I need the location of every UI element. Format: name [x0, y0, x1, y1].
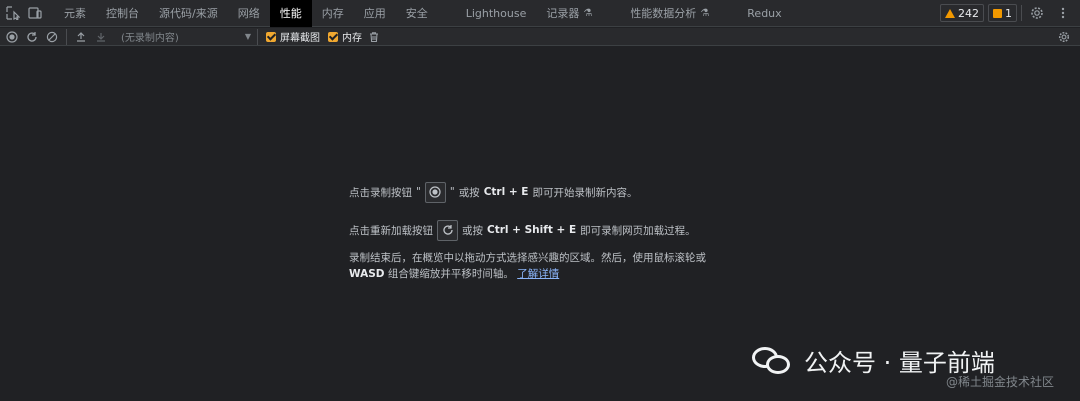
- tab-performance-insights[interactable]: 性能数据分析 ⚗: [620, 0, 719, 27]
- learn-more-link[interactable]: 了解详情: [517, 268, 559, 280]
- recording-select-value: (无录制内容): [121, 33, 179, 44]
- reload-record-button[interactable]: [22, 28, 42, 46]
- flask-icon: ⚗: [700, 7, 710, 19]
- recording-select[interactable]: (无录制内容) ▼: [121, 29, 251, 44]
- tab-recorder[interactable]: 记录器 ⚗: [536, 0, 602, 27]
- watermark-subtitle: @稀土掘金技术社区: [946, 375, 1055, 389]
- tab-performance[interactable]: 性能: [269, 0, 312, 27]
- tab-redux[interactable]: Redux: [737, 0, 791, 27]
- record-button[interactable]: [2, 28, 22, 46]
- screenshots-checkbox[interactable]: 屏幕截图: [266, 29, 320, 44]
- divider: [66, 28, 67, 45]
- tab-security[interactable]: 安全: [396, 0, 438, 27]
- tab-memory[interactable]: 内存: [312, 0, 354, 27]
- reload-instruction: 点击重新加载按钮 或按 Ctrl + Shift + E 即可录制网页加载过程。: [349, 218, 769, 242]
- capture-settings-gear-icon[interactable]: [1054, 28, 1074, 46]
- garbage-collect-button[interactable]: [364, 28, 384, 46]
- issue-icon: [993, 8, 1002, 18]
- tab-elements[interactable]: 元素: [54, 0, 96, 27]
- panel-tabs: 元素 控制台 源代码/来源 网络 性能 内存 应用 安全 Lighthouse …: [54, 0, 792, 27]
- tab-application[interactable]: 应用: [354, 0, 396, 27]
- divider: [1021, 5, 1022, 21]
- dropdown-arrow-icon: ▼: [244, 32, 251, 41]
- download-profile-button[interactable]: [91, 28, 111, 46]
- checkbox-checked-icon: [328, 31, 338, 42]
- shortcut-ctrl-e: Ctrl + E: [483, 186, 529, 198]
- usage-hint: 录制结束后，在概览中以拖动方式选择感兴趣的区域。然后，使用鼠标滚轮或 WASD …: [349, 252, 706, 280]
- landing-instructions: 点击录制按钮 " " 或按 Ctrl + E 即可开始录制新内容。 点击重新加载按钮…: [349, 180, 769, 282]
- inline-reload-button[interactable]: [437, 219, 458, 241]
- warnings-count: 242: [958, 6, 979, 20]
- top-right-tools: 242 1: [940, 0, 1080, 27]
- tab-network[interactable]: 网络: [228, 0, 270, 27]
- devtools-top-bar: 元素 控制台 源代码/来源 网络 性能 内存 应用 安全 Lighthouse …: [0, 0, 1080, 27]
- tab-console[interactable]: 控制台: [96, 0, 149, 27]
- settings-gear-icon[interactable]: [1026, 2, 1048, 24]
- tab-lighthouse[interactable]: Lighthouse: [456, 0, 537, 27]
- more-options-icon[interactable]: [1052, 2, 1074, 24]
- checkbox-checked-icon: [266, 31, 276, 42]
- record-instruction: 点击录制按钮 " " 或按 Ctrl + E 即可开始录制新内容。: [349, 180, 769, 204]
- wechat-logo-icon: [752, 344, 794, 378]
- performance-toolbar: (无录制内容) ▼ 屏幕截图 内存: [0, 28, 1080, 46]
- upload-profile-button[interactable]: [71, 28, 91, 46]
- flask-icon: ⚗: [583, 7, 593, 19]
- issues-count: 1: [1005, 6, 1012, 20]
- shortcut-ctrl-shift-e: Ctrl + Shift + E: [487, 224, 577, 236]
- inline-record-button[interactable]: [424, 181, 446, 203]
- clear-button[interactable]: [42, 28, 62, 46]
- divider: [257, 28, 258, 45]
- memory-checkbox[interactable]: 内存: [328, 29, 362, 44]
- inspect-element-icon[interactable]: [2, 2, 24, 24]
- device-toolbar-icon[interactable]: [24, 2, 46, 24]
- warning-icon: [945, 8, 955, 18]
- issues-badge[interactable]: 1: [988, 4, 1017, 22]
- warnings-badge[interactable]: 242: [940, 4, 984, 22]
- tab-sources[interactable]: 源代码/来源: [149, 0, 228, 27]
